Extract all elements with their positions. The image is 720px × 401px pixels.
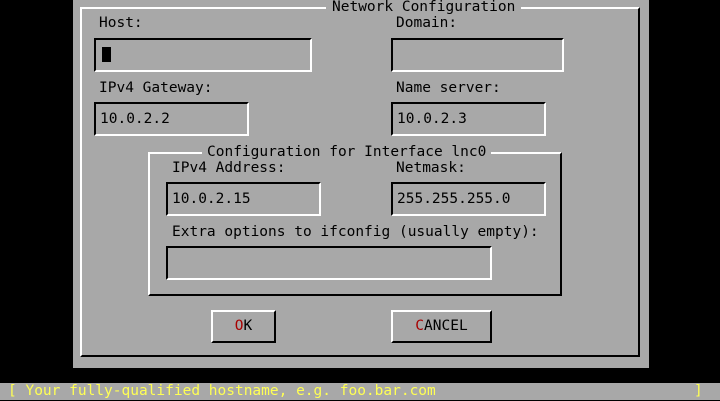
ok-hotkey: O [234, 318, 244, 334]
netmask-input[interactable]: 255.255.255.0 [391, 182, 546, 216]
nameserver-label: Name server: [396, 80, 501, 96]
status-bar-end-bracket: ] [694, 383, 703, 399]
cancel-label-rest: ANCEL [424, 318, 468, 334]
host-input[interactable] [94, 38, 312, 72]
text-cursor [102, 46, 111, 62]
extra-options-label: Extra options to ifconfig (usually empty… [172, 224, 539, 240]
cancel-hotkey: C [415, 318, 425, 334]
nameserver-input[interactable]: 10.0.2.3 [391, 102, 546, 136]
gateway-input[interactable]: 10.0.2.2 [94, 102, 249, 136]
ipv4-address-input[interactable]: 10.0.2.15 [166, 182, 321, 216]
domain-input[interactable] [391, 38, 564, 72]
status-bar-help-text: [ Your fully-qualified hostname, e.g. fo… [8, 383, 436, 399]
gateway-label: IPv4 Gateway: [99, 80, 213, 96]
domain-label: Domain: [396, 15, 458, 31]
ipv4-address-label: IPv4 Address: [172, 160, 286, 176]
host-label: Host: [99, 15, 143, 31]
extra-options-input[interactable] [166, 246, 492, 280]
cancel-button[interactable]: CANCEL [391, 310, 492, 343]
ok-button[interactable]: OK [211, 310, 276, 343]
netmask-label: Netmask: [396, 160, 466, 176]
ok-label-rest: K [243, 318, 253, 334]
